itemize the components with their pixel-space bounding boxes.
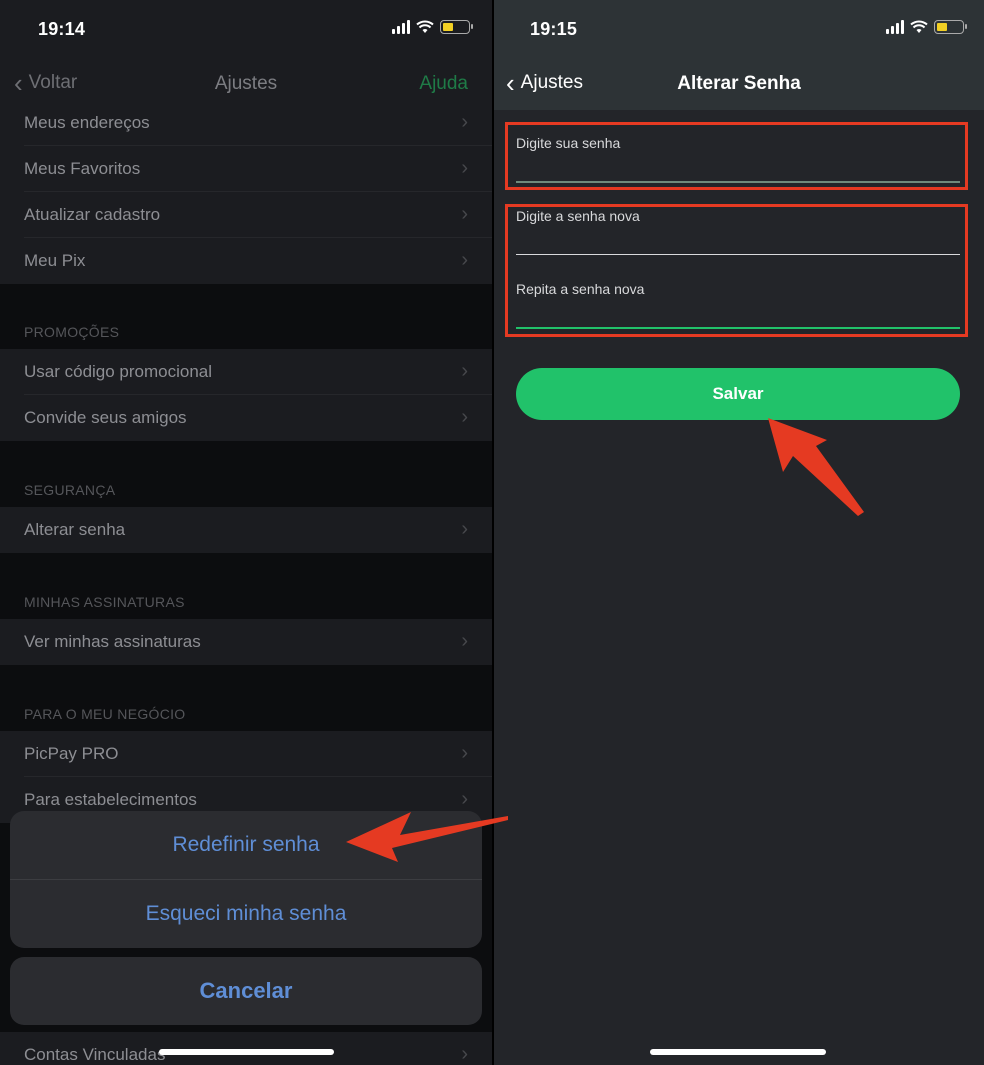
chevron-right-icon: › bbox=[461, 406, 468, 428]
chevron-right-icon: › bbox=[461, 742, 468, 764]
list-item-pix[interactable]: Meu Pix › bbox=[0, 238, 492, 284]
list-item-label: Contas Vinculadas bbox=[24, 1045, 166, 1064]
chevron-right-icon: › bbox=[461, 518, 468, 540]
wifi-icon bbox=[910, 20, 928, 33]
section-header-promocoes: PROMOÇÕES bbox=[24, 324, 120, 340]
home-indicator bbox=[650, 1049, 826, 1055]
list-item-label: Meus Favoritos bbox=[24, 159, 141, 178]
status-time: 19:14 bbox=[38, 19, 86, 39]
help-button[interactable]: Ajuda bbox=[419, 73, 468, 95]
highlight-box-new-password bbox=[505, 204, 968, 337]
list-item-enderecos[interactable]: Meus endereços › bbox=[0, 100, 492, 146]
cancel-button[interactable]: Cancelar bbox=[10, 957, 482, 1025]
list-item-label: Convide seus amigos bbox=[24, 408, 187, 427]
status-icons bbox=[392, 20, 473, 34]
chevron-right-icon: › bbox=[461, 111, 468, 133]
list-item-codigo-promocional[interactable]: Usar código promocional › bbox=[0, 349, 492, 395]
action-sheet: Redefinir senha Esqueci minha senha bbox=[10, 811, 482, 948]
chevron-right-icon: › bbox=[461, 360, 468, 382]
page-title: Alterar Senha bbox=[677, 73, 801, 94]
list-item-convide-amigos[interactable]: Convide seus amigos › bbox=[0, 395, 492, 441]
list-item-label: Para estabelecimentos bbox=[24, 790, 197, 809]
nav-bar: ‹ Ajustes Alterar Senha bbox=[494, 58, 984, 110]
status-time: 19:15 bbox=[530, 19, 578, 39]
section-header-negocio: PARA O MEU NEGÓCIO bbox=[24, 706, 186, 722]
list-item-label: Ver minhas assinaturas bbox=[24, 632, 201, 651]
highlight-box-current-password bbox=[505, 122, 968, 190]
status-icons bbox=[886, 20, 967, 34]
redefinir-senha-button[interactable]: Redefinir senha bbox=[10, 811, 482, 879]
section-header-seguranca: SEGURANÇA bbox=[24, 482, 116, 498]
esqueci-senha-button[interactable]: Esqueci minha senha bbox=[10, 880, 482, 948]
chevron-right-icon: › bbox=[461, 249, 468, 271]
list-item-label: Alterar senha bbox=[24, 520, 126, 539]
section-header-assinaturas: MINHAS ASSINATURAS bbox=[24, 594, 185, 610]
list-item-assinaturas[interactable]: Ver minhas assinaturas › bbox=[0, 619, 492, 665]
home-indicator bbox=[159, 1049, 334, 1055]
battery-icon bbox=[934, 20, 967, 34]
right-screen-alterar-senha: 19:15 ‹ Ajustes Alterar Senha Digite sua… bbox=[494, 0, 984, 1065]
list-item-label: Meus endereços bbox=[24, 113, 150, 132]
list-item-alterar-senha[interactable]: Alterar senha › bbox=[0, 507, 492, 553]
chevron-right-icon: › bbox=[461, 203, 468, 225]
list-item-cadastro[interactable]: Atualizar cadastro › bbox=[0, 192, 492, 238]
chevron-right-icon: › bbox=[461, 788, 468, 810]
list-item-label: PicPay PRO bbox=[24, 744, 119, 763]
list-item-favoritos[interactable]: Meus Favoritos › bbox=[0, 146, 492, 192]
left-screen-settings: 19:14 ‹ Voltar Ajustes Ajuda Meus endere… bbox=[0, 0, 492, 1065]
list-item-label: Meu Pix bbox=[24, 251, 86, 270]
status-bar: 19:14 bbox=[0, 0, 492, 58]
chevron-right-icon: › bbox=[461, 157, 468, 179]
chevron-right-icon: › bbox=[461, 630, 468, 652]
list-item-picpay-pro[interactable]: PicPay PRO › bbox=[0, 731, 492, 777]
chevron-right-icon: › bbox=[461, 1043, 468, 1065]
list-item-label: Usar código promocional bbox=[24, 362, 213, 381]
page-title: Ajustes bbox=[214, 73, 278, 94]
signal-icon bbox=[392, 20, 410, 34]
battery-icon bbox=[440, 20, 473, 34]
list-item-label: Atualizar cadastro bbox=[24, 205, 161, 224]
signal-icon bbox=[886, 20, 904, 34]
status-bar: 19:15 bbox=[494, 0, 984, 58]
save-button[interactable]: Salvar bbox=[516, 368, 960, 420]
wifi-icon bbox=[416, 20, 434, 33]
